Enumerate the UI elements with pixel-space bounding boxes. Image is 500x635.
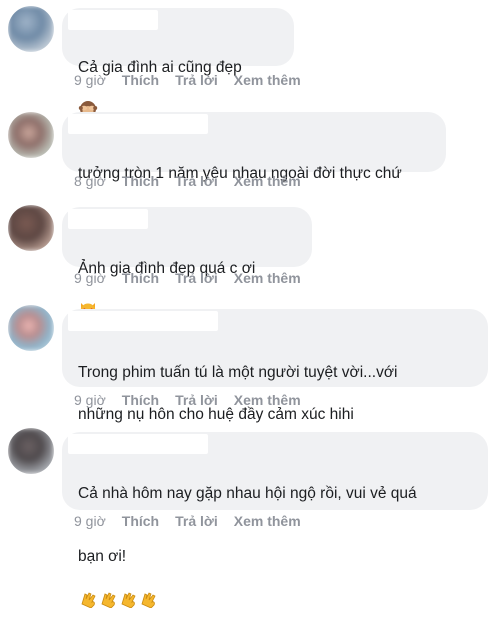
reply-link[interactable]: Trả lời (175, 72, 218, 88)
comment-text: Cả nhà hôm nay gặp nhau hội ngộ rồi, vui… (78, 462, 476, 635)
avatar[interactable] (8, 205, 54, 251)
comment: Trong phim tuấn tú là một người tuyệt vờ… (0, 305, 500, 423)
timestamp[interactable]: 8 giờ (74, 173, 106, 189)
like-link[interactable]: Thích (122, 72, 159, 88)
see-more-link[interactable]: Xem thêm (234, 392, 301, 408)
reply-link[interactable]: Trả lời (175, 513, 218, 529)
avatar[interactable] (8, 112, 54, 158)
see-more-link[interactable]: Xem thêm (234, 513, 301, 529)
timestamp[interactable]: 9 giờ (74, 270, 106, 286)
reply-link[interactable]: Trả lời (175, 392, 218, 408)
like-link[interactable]: Thích (122, 392, 159, 408)
avatar[interactable] (8, 305, 54, 351)
see-more-link[interactable]: Xem thêm (234, 173, 301, 189)
comment: Cả nhà hôm nay gặp nhau hội ngộ rồi, vui… (0, 424, 500, 609)
comment-actions: 8 giờ Thích Trả lời Xem thêm (74, 173, 317, 189)
comment: Ảnh gia đình đẹp quá c ơi 9 giờ Thích Tr… (0, 205, 500, 319)
comment-actions: 9 giờ Thích Trả lời Xem thêm (74, 270, 317, 286)
comment-bubble: Cả nhà hôm nay gặp nhau hội ngộ rồi, vui… (62, 432, 488, 609)
timestamp[interactable]: 9 giờ (74, 392, 106, 408)
comment-bubble: Ảnh gia đình đẹp quá c ơi (62, 207, 312, 319)
avatar[interactable] (8, 428, 54, 474)
comment-actions: 9 giờ Thích Trả lời Xem thêm (74, 392, 317, 408)
clapping-hands-icon (78, 567, 158, 614)
reply-link[interactable]: Trả lời (175, 173, 218, 189)
like-link[interactable]: Thích (122, 173, 159, 189)
see-more-link[interactable]: Xem thêm (234, 72, 301, 88)
author-name-redacted[interactable] (68, 114, 208, 134)
timestamp[interactable]: 9 giờ (74, 72, 106, 88)
comment: Cả gia đình ai cũng đẹp 9 giờ Thích Trả … (0, 0, 500, 117)
like-link[interactable]: Thích (122, 270, 159, 286)
comment: tưởng tròn 1 năm yêu nhau ngoài đời thực… (0, 108, 500, 198)
see-more-link[interactable]: Xem thêm (234, 270, 301, 286)
author-name-redacted[interactable] (68, 209, 148, 229)
reply-link[interactable]: Trả lời (175, 270, 218, 286)
comment-bubble: Trong phim tuấn tú là một người tuyệt vờ… (62, 309, 488, 423)
avatar[interactable] (8, 6, 54, 52)
timestamp[interactable]: 9 giờ (74, 513, 106, 529)
author-name-redacted[interactable] (68, 10, 158, 30)
comment-actions: 9 giờ Thích Trả lời Xem thêm (74, 513, 317, 529)
comment-bubble: Cả gia đình ai cũng đẹp (62, 8, 294, 117)
comment-bubble: tưởng tròn 1 năm yêu nhau ngoài đời thực… (62, 112, 446, 182)
comment-actions: 9 giờ Thích Trả lời Xem thêm (74, 72, 317, 88)
author-name-redacted[interactable] (68, 311, 218, 331)
like-link[interactable]: Thích (122, 513, 159, 529)
author-name-redacted[interactable] (68, 434, 208, 454)
